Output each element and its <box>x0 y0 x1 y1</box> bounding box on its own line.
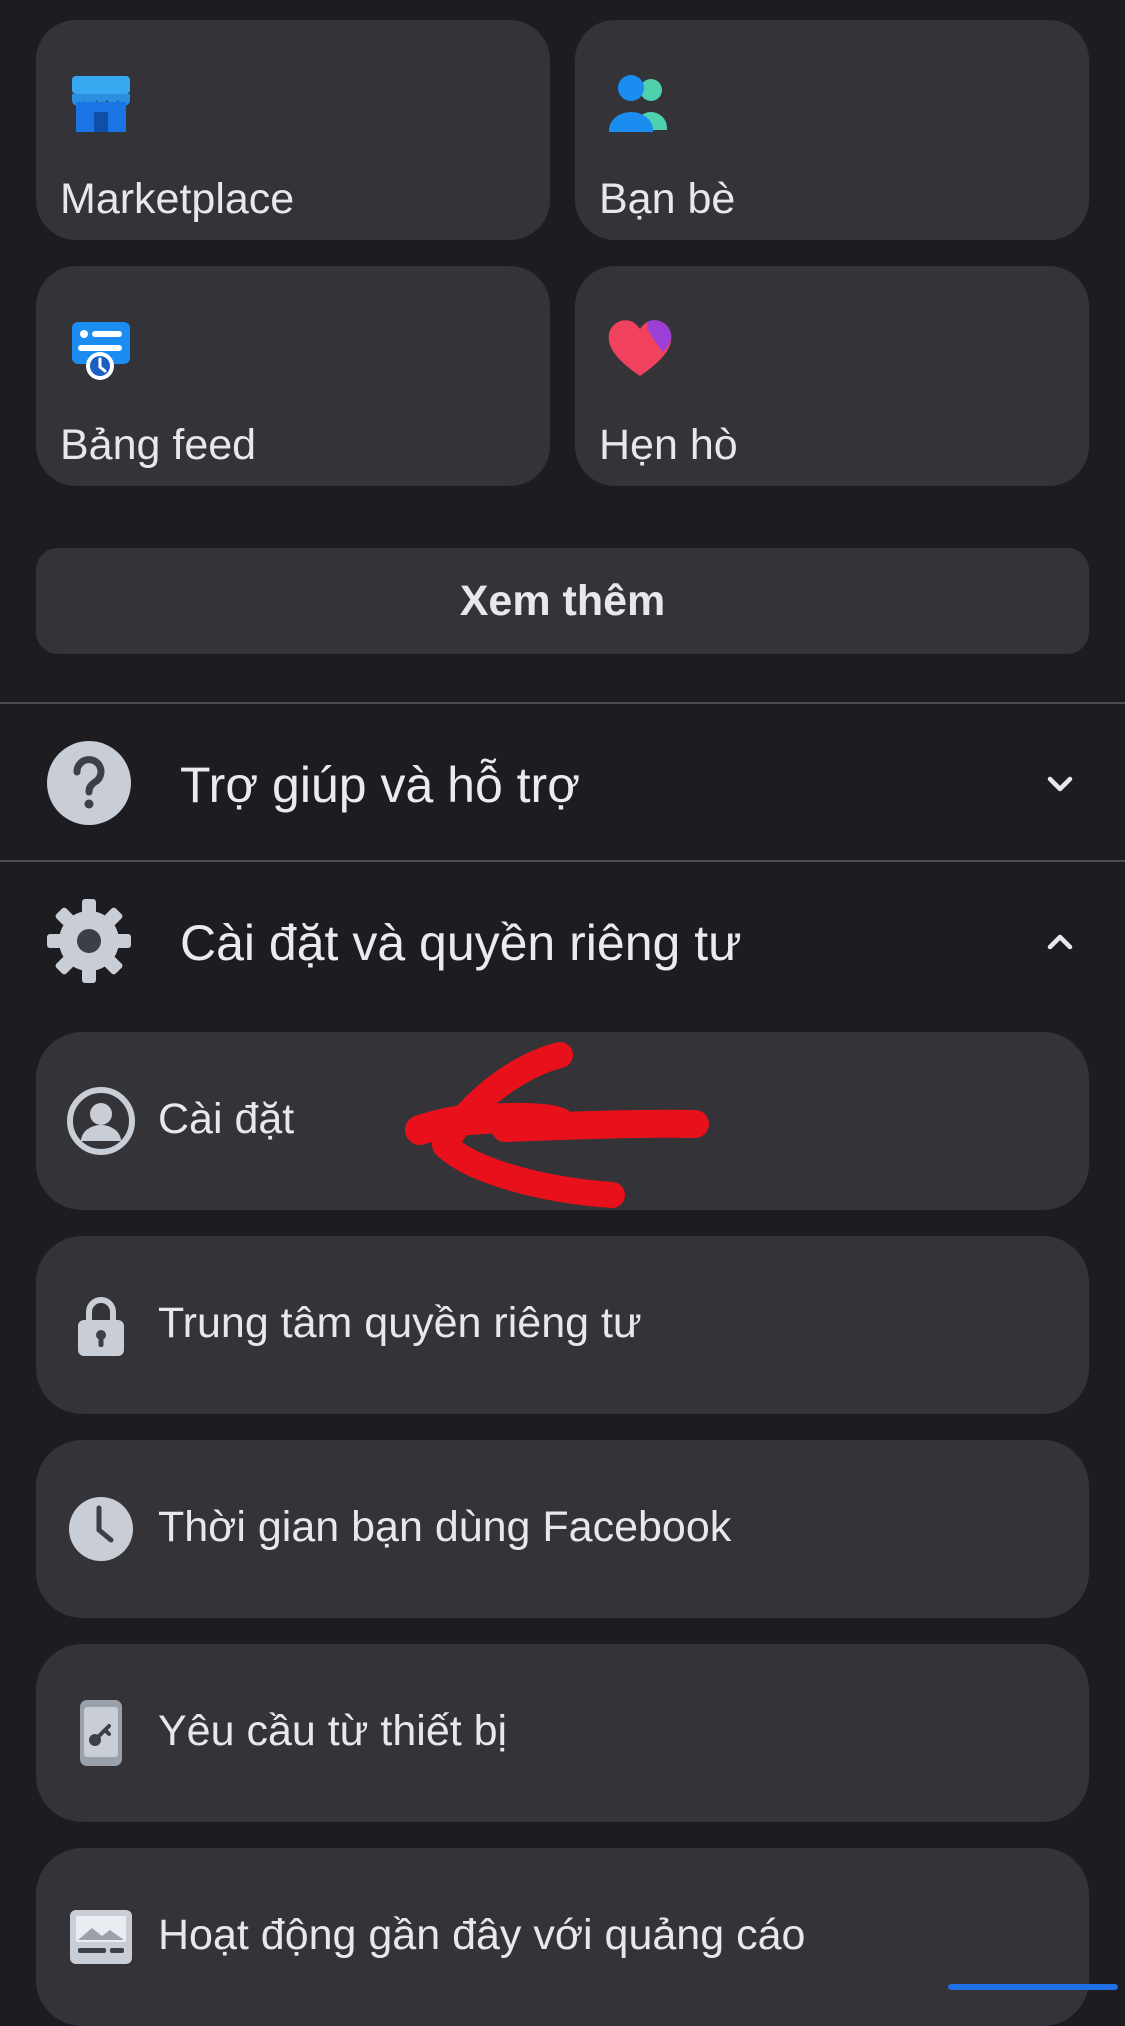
shortcut-feeds[interactable]: Bảng feed <box>36 266 550 486</box>
lock-icon <box>78 1297 124 1356</box>
divider <box>0 860 1125 862</box>
shortcut-label: Hẹn hò <box>599 421 738 469</box>
settings-privacy-label: Cài đặt và quyền riêng tư <box>180 915 742 971</box>
clock-icon <box>69 1497 133 1561</box>
privacy-center-item[interactable]: Trung tâm quyền riêng tư <box>36 1236 1089 1414</box>
time-on-facebook-label: Thời gian bạn dùng Facebook <box>158 1503 732 1551</box>
dating-heart-icon <box>608 320 672 376</box>
home-indicator <box>948 1984 1118 1990</box>
shortcut-label: Marketplace <box>60 175 295 223</box>
shortcut-marketplace[interactable]: Marketplace <box>36 20 550 240</box>
time-on-facebook-item[interactable]: Thời gian bạn dùng Facebook <box>36 1440 1089 1618</box>
chevron-up-icon[interactable] <box>1040 922 1080 962</box>
recent-ad-activity-label: Hoạt động gần đây với quảng cáo <box>158 1911 806 1959</box>
question-icon <box>47 741 131 825</box>
chevron-down-icon[interactable] <box>1040 764 1080 804</box>
settings-item[interactable]: Cài đặt <box>36 1032 1089 1210</box>
see-more-button[interactable]: Xem thêm <box>36 548 1089 654</box>
feeds-icon <box>72 322 130 380</box>
privacy-center-label: Trung tâm quyền riêng tư <box>158 1299 642 1347</box>
marketplace-icon <box>72 76 130 132</box>
friends-icon <box>609 75 667 132</box>
help-support-label: Trợ giúp và hỗ trợ <box>180 757 580 813</box>
device-requests-item[interactable]: Yêu cầu từ thiết bị <box>36 1644 1089 1822</box>
shortcut-dating[interactable]: Hẹn hò <box>575 266 1089 486</box>
settings-item-label: Cài đặt <box>158 1095 295 1143</box>
ad-image-icon <box>70 1910 132 1964</box>
phone-key-icon <box>80 1700 122 1766</box>
shortcut-label: Bạn bè <box>599 175 736 223</box>
settings-privacy-section[interactable]: Cài đặt và quyền riêng tư <box>0 866 1125 1016</box>
recent-ad-activity-item[interactable]: Hoạt động gần đây với quảng cáo <box>36 1848 1089 2026</box>
user-circle-icon <box>67 1087 135 1155</box>
shortcut-friends[interactable]: Bạn bè <box>575 20 1089 240</box>
gear-icon <box>47 899 131 983</box>
shortcut-label: Bảng feed <box>60 421 257 469</box>
help-support-section[interactable]: Trợ giúp và hỗ trợ <box>0 708 1125 858</box>
divider <box>0 702 1125 704</box>
device-requests-label: Yêu cầu từ thiết bị <box>158 1707 508 1755</box>
